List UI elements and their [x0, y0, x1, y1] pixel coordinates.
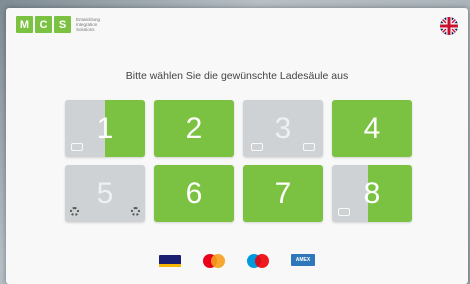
- station-number: 2: [185, 111, 203, 145]
- plug-icon: [251, 143, 263, 151]
- station-number: 1: [96, 111, 114, 145]
- logo-tagline-line-3: Solutions: [76, 27, 95, 33]
- gear-icon: [70, 207, 79, 216]
- station-number: 3: [274, 111, 292, 145]
- station-7-button[interactable]: 7: [243, 165, 323, 222]
- kiosk-screen: M C S Entwicklung Integration Solutions …: [6, 8, 468, 284]
- station-number: 6: [185, 176, 203, 210]
- station-number: 5: [96, 176, 114, 210]
- station-1-button[interactable]: 1: [65, 100, 145, 157]
- station-grid: 1 2 3 4 5 6 7 8: [65, 100, 412, 222]
- station-3-button[interactable]: 3: [243, 100, 323, 157]
- station-2-button[interactable]: 2: [154, 100, 234, 157]
- station-5-button[interactable]: 5: [65, 165, 145, 222]
- page-title: Bitte wählen Sie die gewünschte Ladesäul…: [125, 70, 349, 82]
- maestro-icon: [247, 254, 269, 268]
- logo-tagline: Entwicklung Integration Solutions: [76, 17, 100, 33]
- station-6-button[interactable]: 6: [154, 165, 234, 222]
- station-number: 7: [274, 176, 292, 210]
- mastercard-icon: [203, 254, 225, 268]
- uk-flag-icon[interactable]: [440, 17, 458, 35]
- plug-icon: [338, 208, 350, 216]
- logo-letter-m: M: [16, 16, 33, 33]
- payment-methods: AMEX: [6, 254, 468, 268]
- station-4-button[interactable]: 4: [332, 100, 412, 157]
- station-8-button[interactable]: 8: [332, 165, 412, 222]
- logo-letter-s: S: [54, 16, 71, 33]
- plug-icon: [71, 143, 83, 151]
- station-number: 4: [363, 111, 381, 145]
- visa-vpay-icon: [159, 254, 181, 268]
- logo-letter-c: C: [35, 16, 52, 33]
- station-number: 8: [363, 176, 381, 210]
- plug-icon: [303, 143, 315, 151]
- mcs-logo: M C S Entwicklung Integration Solutions: [16, 16, 100, 33]
- amex-icon: AMEX: [291, 254, 315, 266]
- gear-icon: [131, 207, 140, 216]
